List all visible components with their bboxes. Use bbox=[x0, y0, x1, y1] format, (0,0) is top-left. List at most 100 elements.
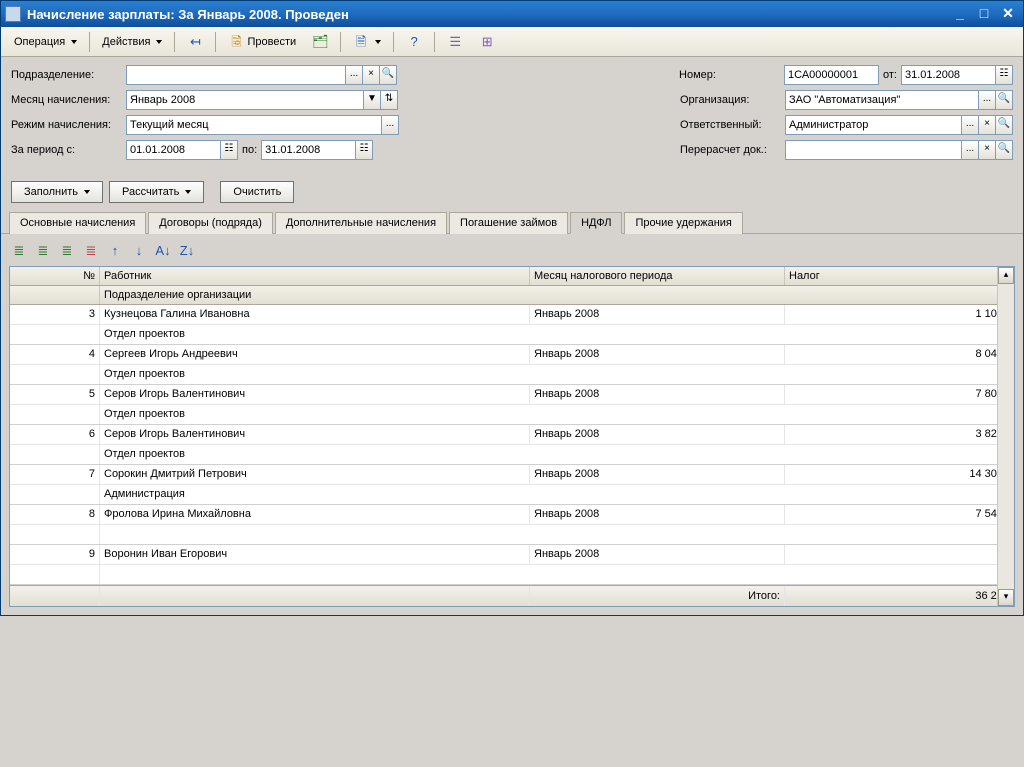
cell-month: Январь 2008 bbox=[530, 425, 785, 444]
actions-menu[interactable]: Действия bbox=[95, 33, 169, 51]
dots-button[interactable]: ... bbox=[978, 90, 996, 110]
cell-month: Январь 2008 bbox=[530, 345, 785, 364]
col-tax[interactable]: Налог bbox=[785, 267, 1014, 285]
cell-dept bbox=[100, 525, 1014, 544]
cell-month: Январь 2008 bbox=[530, 385, 785, 404]
chevron-down-icon bbox=[156, 40, 162, 44]
link-button[interactable]: 🗎 bbox=[346, 31, 388, 53]
help-button[interactable]: ? bbox=[399, 31, 429, 53]
clear-button[interactable]: × bbox=[362, 65, 380, 85]
month-input[interactable] bbox=[126, 90, 364, 110]
date-input[interactable] bbox=[901, 65, 996, 85]
recalc-label: Перерасчет док.: bbox=[680, 144, 785, 156]
table-row[interactable]: 8Фролова Ирина МихайловнаЯнварь 20087 54… bbox=[10, 505, 1014, 545]
mode-label: Режим начисления: bbox=[11, 119, 126, 131]
recalc-input[interactable] bbox=[785, 140, 962, 160]
lookup-button[interactable]: 🔍 bbox=[995, 140, 1013, 160]
tab-additional[interactable]: Дополнительные начисления bbox=[275, 212, 447, 234]
dots-button[interactable]: ... bbox=[345, 65, 363, 85]
delete-row-icon[interactable]: ≣ bbox=[81, 242, 101, 260]
insert-row-icon[interactable]: ≣ bbox=[33, 242, 53, 260]
col-employee[interactable]: Работник bbox=[100, 267, 530, 285]
org-input[interactable] bbox=[785, 90, 979, 110]
col-month[interactable]: Месяц налогового периода bbox=[530, 267, 785, 285]
cell-tax: 3 824 bbox=[785, 425, 1014, 444]
tab-contracts[interactable]: Договоры (подряда) bbox=[148, 212, 273, 234]
list-button[interactable]: ☰ bbox=[440, 31, 470, 53]
dots-button[interactable]: ... bbox=[381, 115, 399, 135]
move-up-icon[interactable]: ↑ bbox=[105, 242, 125, 260]
maximize-button[interactable]: □ bbox=[973, 4, 995, 24]
scroll-down-icon[interactable]: ▾ bbox=[998, 589, 1014, 606]
period-to-input[interactable] bbox=[261, 140, 356, 160]
table-row[interactable]: 3Кузнецова Галина ИвановнаЯнварь 20081 1… bbox=[10, 305, 1014, 345]
table-row[interactable]: 4Сергеев Игорь АндреевичЯнварь 20088 049… bbox=[10, 345, 1014, 385]
scrollbar[interactable]: ▴ ▾ bbox=[997, 267, 1014, 606]
col-number[interactable]: № bbox=[10, 267, 100, 285]
col-dept[interactable]: Подразделение организации bbox=[100, 286, 1014, 304]
move-down-icon[interactable]: ↓ bbox=[129, 242, 149, 260]
footer-total: 36 289 bbox=[785, 586, 1014, 606]
table-row[interactable]: 5Серов Игорь ВалентиновичЯнварь 20087 80… bbox=[10, 385, 1014, 425]
cell-number: 3 bbox=[10, 305, 100, 324]
cell-tax: 1 105 bbox=[785, 305, 1014, 324]
sort-desc-icon[interactable]: Z↓ bbox=[177, 242, 197, 260]
list-icon: ☰ bbox=[447, 34, 463, 50]
table-row[interactable]: 9Воронин Иван ЕгоровичЯнварь 2008 bbox=[10, 545, 1014, 585]
struct-button[interactable]: ⊞ bbox=[472, 31, 502, 53]
cell-month: Январь 2008 bbox=[530, 465, 785, 484]
number-input[interactable] bbox=[784, 65, 879, 85]
tab-ndfl[interactable]: НДФЛ bbox=[570, 212, 622, 234]
cell-employee: Сорокин Дмитрий Петрович bbox=[100, 465, 530, 484]
dept-label: Подразделение: bbox=[11, 69, 126, 81]
clear-button[interactable]: × bbox=[978, 115, 996, 135]
dots-button[interactable]: ... bbox=[961, 140, 979, 160]
new-button[interactable]: ↤ bbox=[180, 31, 210, 53]
link-icon: 🗎 bbox=[353, 34, 369, 50]
clear-button[interactable]: × bbox=[978, 140, 996, 160]
resp-input[interactable] bbox=[785, 115, 962, 135]
close-button[interactable]: ✕ bbox=[997, 4, 1019, 24]
fill-button[interactable]: Заполнить bbox=[11, 181, 103, 203]
nav-icon: 🗂 bbox=[312, 34, 328, 50]
table-row[interactable]: 7Сорокин Дмитрий ПетровичЯнварь 200814 3… bbox=[10, 465, 1014, 505]
calendar-button[interactable]: ☷ bbox=[220, 140, 238, 160]
month-label: Месяц начисления: bbox=[11, 94, 126, 106]
minimize-button[interactable]: _ bbox=[949, 4, 971, 24]
copy-row-icon[interactable]: ≣ bbox=[57, 242, 77, 260]
app-icon bbox=[5, 6, 21, 22]
dots-button[interactable]: ... bbox=[961, 115, 979, 135]
lookup-button[interactable]: 🔍 bbox=[379, 65, 397, 85]
table-row[interactable]: 6Серов Игорь ВалентиновичЯнварь 20083 82… bbox=[10, 425, 1014, 465]
help-icon: ? bbox=[406, 34, 422, 50]
cell-employee: Сергеев Игорь Андреевич bbox=[100, 345, 530, 364]
period-from-input[interactable] bbox=[126, 140, 221, 160]
dept-input[interactable] bbox=[126, 65, 346, 85]
mode-input[interactable] bbox=[126, 115, 382, 135]
cell-dept: Отдел проектов bbox=[100, 365, 1014, 384]
lookup-button[interactable]: 🔍 bbox=[995, 115, 1013, 135]
tab-main[interactable]: Основные начисления bbox=[9, 212, 146, 234]
period-to-label: по: bbox=[242, 144, 257, 156]
cell-dept: Отдел проектов bbox=[100, 445, 1014, 464]
dropdown-button[interactable]: ▼ bbox=[363, 90, 381, 110]
scroll-up-icon[interactable]: ▴ bbox=[998, 267, 1014, 284]
calc-button[interactable]: Рассчитать bbox=[109, 181, 204, 203]
lookup-button[interactable]: 🔍 bbox=[995, 90, 1013, 110]
chevron-down-icon bbox=[375, 40, 381, 44]
clear-button[interactable]: Очистить bbox=[220, 181, 294, 203]
operation-menu[interactable]: Операция bbox=[7, 33, 84, 51]
cell-employee: Воронин Иван Егорович bbox=[100, 545, 530, 564]
sort-asc-icon[interactable]: A↓ bbox=[153, 242, 173, 260]
tabs: Основные начисления Договоры (подряда) Д… bbox=[1, 211, 1023, 234]
tab-loans[interactable]: Погашение займов bbox=[449, 212, 568, 234]
cell-month: Январь 2008 bbox=[530, 545, 785, 564]
go-button[interactable]: 🗂 bbox=[305, 31, 335, 53]
add-row-icon[interactable]: ≣ bbox=[9, 242, 29, 260]
spinner-button[interactable]: ⇅ bbox=[380, 90, 398, 110]
calendar-button[interactable]: ☷ bbox=[355, 140, 373, 160]
cell-employee: Серов Игорь Валентинович bbox=[100, 425, 530, 444]
post-button[interactable]: 🗟Провести bbox=[221, 31, 303, 53]
tab-other[interactable]: Прочие удержания bbox=[624, 212, 742, 234]
calendar-button[interactable]: ☷ bbox=[995, 65, 1013, 85]
